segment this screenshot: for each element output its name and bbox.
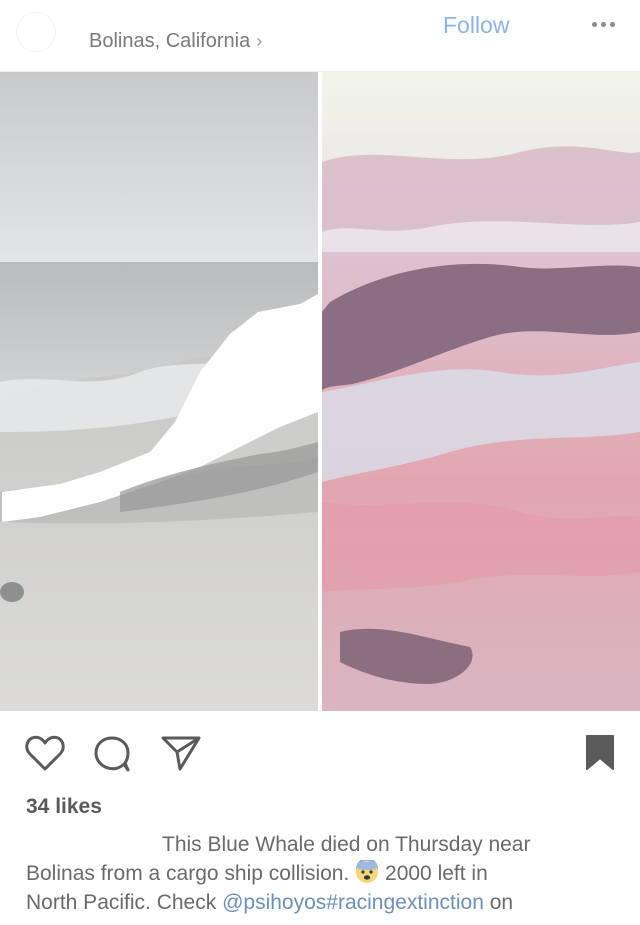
comment-icon[interactable] [92,733,134,775]
action-bar [0,711,640,791]
photo-left [0,72,318,711]
post-header: Bolinas, California › Follow [0,0,640,72]
share-icon[interactable] [160,733,202,773]
bookmark-icon[interactable] [584,733,616,771]
post-caption: This Blue Whale died on Thursday near Bo… [26,830,616,917]
mention-link[interactable]: @psihoyos#racingextinction [222,891,484,914]
caption-line-1: This Blue Whale died on Thursday near [162,833,531,856]
caption-line-3a: North Pacific. Check [26,891,217,914]
more-options-icon[interactable] [588,12,618,36]
heart-icon[interactable] [24,733,66,773]
fearful-face-emoji-icon [356,860,379,883]
location-label: Bolinas, California [89,30,251,52]
follow-button[interactable]: Follow [443,12,509,39]
caption-line-3b: on [489,891,514,914]
likes-count[interactable]: 34 likes [26,795,102,819]
caption-line-2b: 2000 left in [385,862,488,885]
photo-right [322,72,640,711]
chevron-right-icon: › [256,31,263,51]
profile-avatar[interactable] [16,12,56,52]
post-image[interactable] [0,72,640,711]
caption-line-2a: Bolinas from a cargo ship collision. [26,862,350,885]
location-link[interactable]: Bolinas, California › [89,30,262,53]
